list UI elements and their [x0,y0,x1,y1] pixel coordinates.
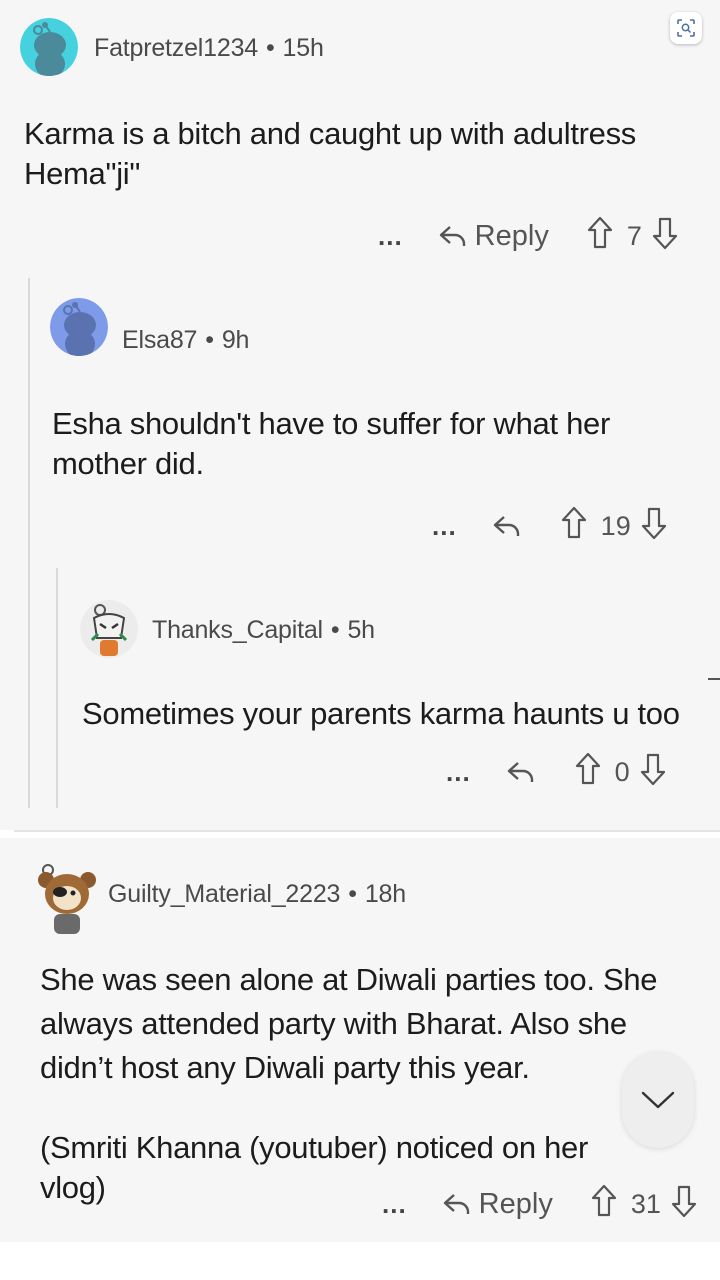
downvote-button[interactable] [640,752,666,793]
vote-score: 19 [600,510,631,541]
upvote-arrow-icon [587,216,612,248]
reply-arrow-icon [439,226,465,246]
upvote-arrow-icon [575,752,600,784]
comment-age: 9h [221,326,250,354]
comment-actions: ... 0 [446,752,666,792]
comment-body: Karma is a bitch and caught up with adul… [24,116,637,191]
downvote-arrow-icon [671,1185,696,1217]
reply-label: Reply [474,219,549,252]
upvote-button[interactable] [587,216,613,257]
vote-score: 7 [626,220,642,251]
comment-meta: Guilty_Material_2223 • 18h [108,880,406,909]
comment-actions: ... Reply 7 [378,216,678,256]
comment-body: Sometimes your parents karma haunts u to… [82,696,680,731]
comment-age: 18h [364,880,406,908]
snoo-avatar-masked[interactable] [80,600,138,658]
downvote-arrow-icon [640,753,665,785]
comment-body: She was seen alone at Diwali parties too… [40,962,658,1085]
comment-meta: Thanks_Capital • 5h [152,616,375,645]
vote-score: 0 [614,756,630,787]
reply-arrow-icon [493,516,519,536]
meta-separator: • [348,880,357,908]
downvote-arrow-icon [641,507,666,539]
downvote-button[interactable] [641,506,667,547]
downvote-button[interactable] [671,1184,697,1225]
meta-separator: • [205,326,214,354]
comment-body: Esha shouldn't have to suffer for what h… [52,406,610,481]
reply-button[interactable] [505,759,537,785]
comment-age: 15h [282,34,324,62]
vote-score: 31 [630,1188,661,1219]
comment-age: 5h [347,616,375,644]
upvote-button[interactable] [561,506,587,547]
comment-actions: ... Reply 31 [382,1184,697,1224]
meta-separator: • [265,34,275,62]
thread-line-nested[interactable] [56,568,58,808]
comment-meta: Elsa87 • 9h [122,326,249,355]
reply-button[interactable]: Reply [437,220,549,253]
comment-actions: ... 19 [432,506,667,546]
thread-divider [14,830,720,838]
chevron-down-icon [641,1091,675,1109]
upvote-button[interactable] [591,1184,617,1225]
downvote-button[interactable] [652,216,678,257]
reply-arrow-icon [507,762,533,782]
edge-marker [708,678,720,680]
upvote-arrow-icon [561,506,586,538]
more-options-button[interactable]: ... [378,221,403,252]
thread-line[interactable] [28,278,30,808]
snoo-avatar-teal[interactable] [20,18,78,76]
reply-arrow-icon [443,1194,469,1214]
upvote-button[interactable] [575,752,601,793]
reply-button[interactable]: Reply [441,1188,553,1221]
more-options-button[interactable]: ... [432,511,457,542]
downvote-arrow-icon [652,217,677,249]
reply-button[interactable] [491,513,523,539]
comment-meta: Fatpretzel1234 • 15h [94,34,324,63]
more-options-button[interactable]: ... [446,757,471,788]
image-search-icon[interactable] [670,12,702,44]
snoo-avatar-blue[interactable] [50,298,108,356]
reply-label: Reply [478,1187,553,1220]
username[interactable]: Elsa87 [122,326,197,354]
upvote-arrow-icon [591,1184,616,1216]
snoo-avatar-bear[interactable] [38,862,98,934]
username[interactable]: Fatpretzel1234 [94,34,258,62]
username[interactable]: Guilty_Material_2223 [108,880,340,908]
username[interactable]: Thanks_Capital [152,616,323,644]
meta-separator: • [330,616,340,644]
more-options-button[interactable]: ... [382,1189,407,1220]
scroll-down-button[interactable] [622,1052,694,1148]
